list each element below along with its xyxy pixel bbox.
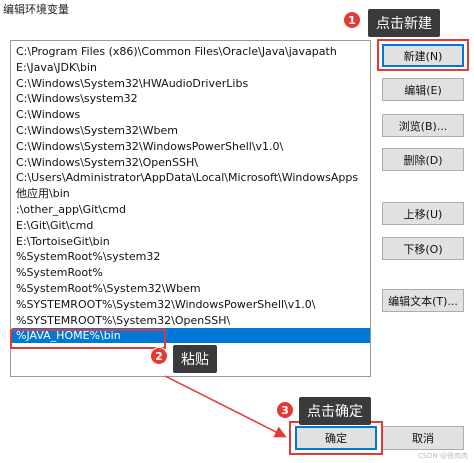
path-list-item[interactable]: C:\Windows\System32\OpenSSH\ [15, 155, 368, 170]
window-title: 编辑环境变量 [3, 3, 69, 16]
path-list-item[interactable]: C:\Windows\System32\Wbem [15, 123, 368, 138]
step1-callout: 点击新建 [368, 9, 440, 37]
path-list-item[interactable]: C:\Windows\System32\WindowsPowerShell\v1… [15, 139, 368, 154]
ok-button[interactable]: 确定 [295, 426, 377, 450]
path-list-item[interactable]: E:\TortoiseGit\bin [15, 234, 368, 249]
new-button[interactable]: 新建(N) [382, 44, 464, 67]
edit-text-button[interactable]: 编辑文本(T)... [382, 289, 464, 312]
step3-callout: 点击确定 [299, 397, 371, 425]
step1-badge: 1 [343, 11, 361, 29]
step2-badge: 2 [150, 347, 168, 365]
path-list-item[interactable]: 他应用\bin [15, 186, 368, 201]
path-list-item[interactable]: %SYSTEMROOT%\System32\OpenSSH\ [15, 313, 368, 328]
watermark: CSDN @很肉肉 [417, 452, 468, 460]
path-list-item[interactable]: E:\Java\JDK\bin [15, 60, 368, 75]
move-up-button[interactable]: 上移(U) [382, 202, 464, 225]
edit-button[interactable]: 编辑(E) [382, 78, 464, 101]
delete-button[interactable]: 删除(D) [382, 148, 464, 171]
path-list-item[interactable]: %JAVA_HOME%\bin [12, 328, 370, 344]
path-list-item[interactable]: C:\Users\Administrator\AppData\Local\Mic… [15, 170, 368, 185]
path-list-item[interactable]: C:\Windows\System32\HWAudioDriverLibs [15, 76, 368, 91]
path-list-item[interactable]: C:\Program Files (x86)\Common Files\Orac… [15, 44, 368, 59]
move-down-button[interactable]: 下移(O) [382, 237, 464, 260]
path-list-item[interactable]: C:\Windows [15, 107, 368, 122]
step2-callout: 粘贴 [173, 345, 217, 373]
browse-button[interactable]: 浏览(B)... [382, 114, 464, 137]
path-list-item[interactable]: :\other_app\Git\cmd [15, 202, 368, 217]
cancel-button[interactable]: 取消 [382, 426, 464, 450]
path-list-item[interactable]: %SystemRoot%\system32 [15, 249, 368, 264]
path-list-item[interactable]: %SystemRoot%\System32\Wbem [15, 281, 368, 296]
path-list-item[interactable]: C:\Windows\system32 [15, 91, 368, 106]
path-list-item[interactable]: %SystemRoot% [15, 265, 368, 280]
step3-badge: 3 [276, 401, 294, 419]
path-list[interactable]: C:\Program Files (x86)\Common Files\Orac… [10, 40, 371, 377]
path-list-item[interactable]: E:\Git\Git\cmd [15, 218, 368, 233]
path-list-item[interactable]: %SYSTEMROOT%\System32\WindowsPowerShell\… [15, 297, 368, 312]
